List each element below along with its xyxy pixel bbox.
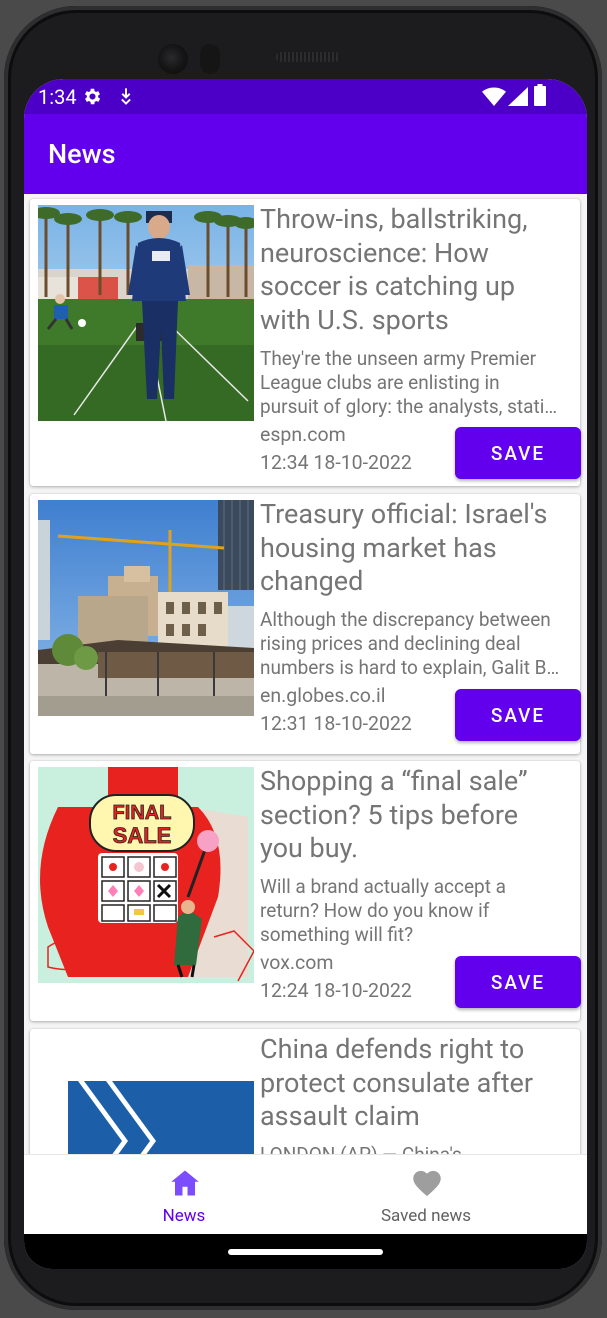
heart-icon	[413, 1170, 441, 1197]
article-description: Although the discrepancy between rising …	[260, 608, 560, 679]
final-text: FINAL	[113, 802, 172, 824]
status-bar: 1:34	[24, 79, 587, 114]
app-title: News	[48, 138, 116, 170]
proximity-sensor	[200, 44, 220, 74]
article-source: en.globes.co.il	[260, 684, 386, 707]
wifi-icon	[482, 87, 506, 106]
news-feed[interactable]: Throw-ins, ballstriking, neuroscience: H…	[24, 194, 587, 1154]
app-bar: News	[24, 114, 587, 194]
article-image	[38, 205, 254, 421]
article-title[interactable]: Treasury official: Israel's housing mark…	[260, 498, 580, 599]
article-description: Will a brand actually accept a return? H…	[260, 875, 506, 946]
home-icon	[171, 1170, 199, 1196]
home-gesture-handle[interactable]	[228, 1249, 383, 1255]
status-time: 1:34	[38, 85, 77, 109]
article-date: 12:24 18-10-2022	[260, 979, 412, 1002]
download-status-icon	[121, 88, 131, 105]
earpiece-speaker	[276, 52, 340, 62]
article-title[interactable]: Throw-ins, ballstriking, neuroscience: H…	[260, 203, 580, 337]
article-image: FINAL SALE	[38, 767, 254, 983]
settings-icon	[84, 88, 101, 105]
article-source: espn.com	[260, 423, 346, 446]
article-date: 12:34 18-10-2022	[260, 451, 412, 474]
save-button[interactable]: SAVE	[455, 689, 581, 741]
nav-item-news[interactable]: News	[84, 1155, 284, 1235]
article-source: vox.com	[260, 951, 334, 974]
news-card[interactable]: FINAL SALE Shopping a “final sale” secti…	[30, 761, 581, 1021]
article-title[interactable]: China defends right to protect consulate…	[260, 1033, 580, 1134]
article-image	[38, 500, 254, 716]
bottom-navigation: News Saved news	[24, 1154, 587, 1235]
cellular-signal-icon	[508, 87, 528, 106]
article-title[interactable]: Shopping a “final sale” section? 5 tips …	[260, 765, 580, 866]
news-card[interactable]: Throw-ins, ballstriking, neuroscience: H…	[30, 199, 581, 486]
system-navigation-bar	[24, 1234, 587, 1269]
save-button[interactable]: SAVE	[455, 956, 581, 1008]
article-description: LONDON (AP) — China's	[260, 1143, 582, 1154]
news-card[interactable]: Treasury official: Israel's housing mark…	[30, 494, 581, 754]
sale-text: SALE	[113, 823, 172, 848]
news-card[interactable]: China defends right to protect consulate…	[30, 1029, 580, 1154]
nav-label-saved-news: Saved news	[380, 1206, 472, 1226]
article-description: They're the unseen army Premier League c…	[260, 347, 558, 418]
save-button[interactable]: SAVE	[455, 427, 581, 479]
nav-label-news: News	[162, 1206, 206, 1226]
device-screen: 1:34 News Throw-ins, ballstriking, neuro…	[24, 79, 587, 1269]
front-camera	[158, 44, 188, 74]
article-image	[38, 1035, 254, 1154]
nav-item-saved-news[interactable]: Saved news	[326, 1155, 526, 1235]
battery-icon	[534, 84, 546, 106]
article-date: 12:31 18-10-2022	[260, 712, 412, 735]
